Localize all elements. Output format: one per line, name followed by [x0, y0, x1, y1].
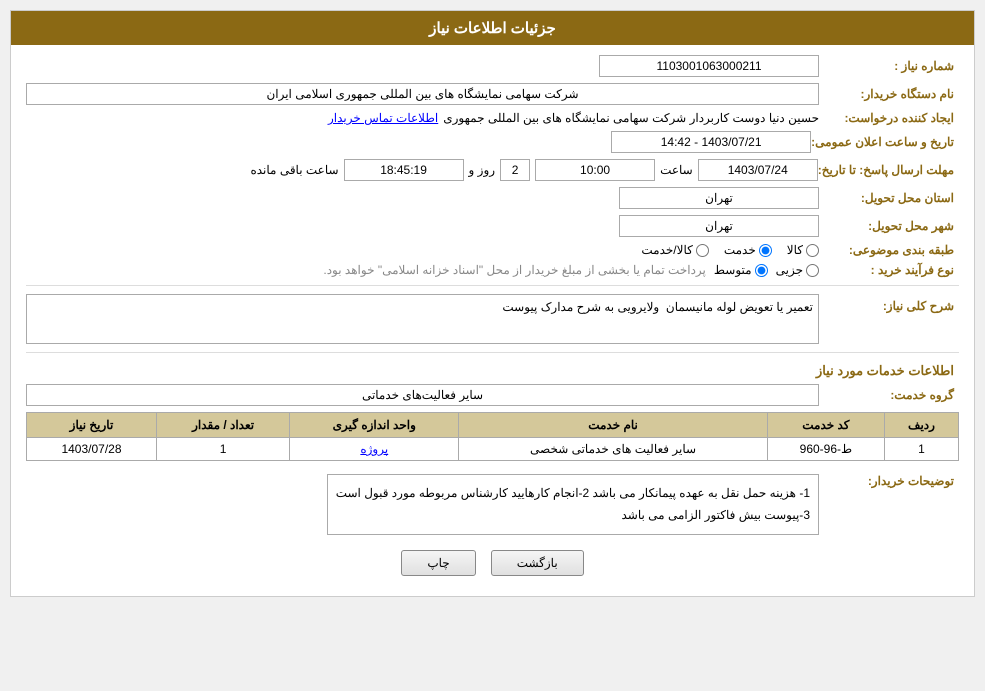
radio-motavasset: متوسط [714, 263, 768, 277]
province-row: استان محل تحویل: تهران [26, 187, 959, 209]
radio-kala-khedmat: کالا/خدمت [641, 243, 708, 257]
announce-date-value: 1403/07/21 - 14:42 [611, 131, 811, 153]
response-date: 1403/07/24 [698, 159, 818, 181]
province-label: استان محل تحویل: [819, 191, 959, 205]
radio-khedmat: خدمت [724, 243, 772, 257]
cell-unit: پروژه [290, 438, 459, 461]
process-note: پرداخت تمام یا بخشی از مبلغ خریدار از مح… [323, 263, 706, 277]
cell-name: سایر فعالیت های خدماتی شخصی [459, 438, 768, 461]
buyer-notes-row: توضیحات خریدار: 1- هزینه حمل نقل به عهده… [26, 469, 959, 535]
radio-khedmat-label: خدمت [724, 243, 756, 257]
city-row: شهر محل تحویل: تهران [26, 215, 959, 237]
col-date: تاریخ نیاز [27, 413, 157, 438]
col-unit: واحد اندازه گیری [290, 413, 459, 438]
col-row: ردیف [884, 413, 958, 438]
cell-qty: 1 [156, 438, 289, 461]
response-deadline-group: 1403/07/24 ساعت 10:00 2 روز و 18:45:19 س… [26, 159, 818, 181]
divider-1 [26, 285, 959, 286]
divider-2 [26, 352, 959, 353]
radio-kala-input[interactable] [806, 244, 819, 257]
col-code: کد خدمت [767, 413, 884, 438]
need-number-label: شماره نیاز : [819, 59, 959, 73]
time-label: ساعت [660, 163, 693, 177]
need-desc-label: شرح کلی نیاز: [819, 294, 959, 313]
service-group-row: گروه خدمت: سایر فعالیت‌های خدماتی [26, 384, 959, 406]
back-button[interactable]: بازگشت [491, 550, 584, 576]
process-label: نوع فرآیند خرید : [819, 263, 959, 277]
table-body: 1ط-96-960سایر فعالیت های خدماتی شخصیپروژ… [27, 438, 959, 461]
radio-motavasset-input[interactable] [755, 264, 768, 277]
radio-jozi: جزیی [776, 263, 819, 277]
need-number-value: 1103001063000211 [599, 55, 819, 77]
buyer-notes-content: 1- هزینه حمل نقل به عهده پیمانکار می باش… [327, 474, 819, 535]
cell-row: 1 [884, 438, 958, 461]
creator-value: حسین دنیا دوست کاربردار شرکت سهامی نمایش… [443, 111, 819, 125]
services-title: اطلاعات خدمات مورد نیاز [26, 363, 959, 379]
creator-row: ایجاد کننده درخواست: حسین دنیا دوست کارب… [26, 111, 959, 125]
service-group-label: گروه خدمت: [819, 388, 959, 402]
cell-code: ط-96-960 [767, 438, 884, 461]
service-group-value: سایر فعالیت‌های خدماتی [26, 384, 819, 406]
response-deadline-label: مهلت ارسال پاسخ: تا تاریخ: [818, 163, 959, 177]
need-number-row: شماره نیاز : 1103001063000211 [26, 55, 959, 77]
col-name: نام خدمت [459, 413, 768, 438]
buyer-org-label: نام دستگاه خریدار: [819, 87, 959, 101]
need-desc-textarea[interactable]: تعمیر یا تعویض لوله مانیسمان ولایرویی به… [26, 294, 819, 344]
response-deadline-row: مهلت ارسال پاسخ: تا تاریخ: 1403/07/24 سا… [26, 159, 959, 181]
radio-kala: کالا [787, 243, 819, 257]
page-header: جزئیات اطلاعات نیاز [11, 11, 974, 45]
process-row: نوع فرآیند خرید : جزیی متوسط پرداخت تمام… [26, 263, 959, 277]
contact-link[interactable]: اطلاعات تماس خریدار [328, 111, 438, 125]
buyer-org-value: شرکت سهامی نمایشگاه های بین المللی جمهور… [26, 83, 819, 105]
table-header-row: ردیف کد خدمت نام خدمت واحد اندازه گیری ت… [27, 413, 959, 438]
province-value: تهران [619, 187, 819, 209]
page-container: جزئیات اطلاعات نیاز شماره نیاز : 1103001… [10, 10, 975, 597]
cell-date: 1403/07/28 [27, 438, 157, 461]
process-group: جزیی متوسط پرداخت تمام یا بخشی از مبلغ خ… [26, 263, 819, 277]
services-table: ردیف کد خدمت نام خدمت واحد اندازه گیری ت… [26, 412, 959, 461]
remaining-label: روز و [469, 163, 496, 177]
response-hours: 18:45:19 [344, 159, 464, 181]
radio-motavasset-label: متوسط [714, 263, 752, 277]
category-label: طبقه بندی موضوعی: [819, 243, 959, 257]
creator-group: حسین دنیا دوست کاربردار شرکت سهامی نمایش… [26, 111, 819, 125]
remaining-suffix: ساعت باقی مانده [250, 163, 338, 177]
header-title: جزئیات اطلاعات نیاز [429, 20, 556, 37]
category-radio-group: کالا خدمت کالا/خدمت [641, 243, 819, 257]
announce-date-label: تاریخ و ساعت اعلان عمومی: [811, 135, 959, 149]
table-row: 1ط-96-960سایر فعالیت های خدماتی شخصیپروژ… [27, 438, 959, 461]
radio-jozi-input[interactable] [806, 264, 819, 277]
announce-date-row: تاریخ و ساعت اعلان عمومی: 1403/07/21 - 1… [26, 131, 959, 153]
city-value: تهران [619, 215, 819, 237]
category-row: طبقه بندی موضوعی: کالا خدمت کالا/خدمت [26, 243, 959, 257]
main-wrapper: جزئیات اطلاعات نیاز شماره نیاز : 1103001… [10, 10, 975, 597]
radio-kala-khedmat-label: کالا/خدمت [641, 243, 692, 257]
radio-khedmat-input[interactable] [759, 244, 772, 257]
buyer-org-row: نام دستگاه خریدار: شرکت سهامی نمایشگاه ه… [26, 83, 959, 105]
button-row: بازگشت چاپ [26, 550, 959, 576]
radio-jozi-label: جزیی [776, 263, 803, 277]
radio-kala-label: کالا [787, 243, 803, 257]
creator-label: ایجاد کننده درخواست: [819, 111, 959, 125]
radio-kala-khedmat-input[interactable] [696, 244, 709, 257]
buyer-notes-text: 1- هزینه حمل نقل به عهده پیمانکار می باش… [336, 486, 810, 522]
print-button[interactable]: چاپ [401, 550, 475, 576]
response-time: 10:00 [535, 159, 655, 181]
buyer-notes-label: توضیحات خریدار: [819, 469, 959, 488]
content-area: شماره نیاز : 1103001063000211 نام دستگاه… [11, 45, 974, 596]
city-label: شهر محل تحویل: [819, 219, 959, 233]
col-qty: تعداد / مقدار [156, 413, 289, 438]
response-days: 2 [500, 159, 530, 181]
need-desc-row: شرح کلی نیاز: تعمیر یا تعویض لوله مانیسم… [26, 294, 959, 344]
